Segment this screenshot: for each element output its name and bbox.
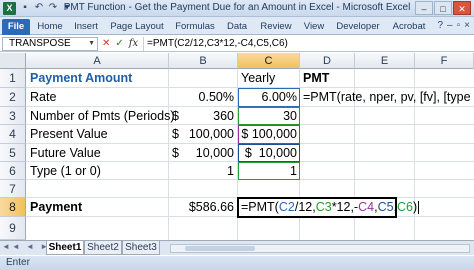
worksheet-grid: A B C D E F 1 2 3 4 5 6 7 8 9 Payment Am…: [0, 53, 474, 240]
column-header-c[interactable]: C: [238, 53, 300, 69]
cell-a8[interactable]: Payment: [27, 198, 85, 217]
formula-ref-c3: C3: [315, 200, 332, 214]
column-header-d[interactable]: D: [300, 53, 355, 69]
help-icon[interactable]: ?: [437, 20, 443, 31]
text-cursor: [418, 201, 420, 215]
status-mode: Enter: [6, 257, 30, 268]
close-workbook-icon[interactable]: ×: [464, 20, 470, 31]
row-header-4[interactable]: 4: [0, 125, 26, 144]
cell-a4[interactable]: Present Value: [27, 125, 111, 144]
horizontal-scrollbar[interactable]: [170, 244, 470, 253]
formula-input[interactable]: =PMT(C2/12,C3*12,-C4,C5,C6): [143, 37, 472, 51]
name-box[interactable]: TRANSPOSE ▼: [2, 37, 98, 51]
column-header-e[interactable]: E: [355, 53, 415, 69]
tab-page-layout[interactable]: Page Layout: [107, 20, 167, 35]
gridline-row-7: [26, 180, 474, 198]
sheet-tab-bar: ◄◄ ◄ ► ►► Sheet1 Sheet2 Sheet3: [0, 240, 474, 255]
title-bar: X ▪ ↶ ↷ ▾ PMT Function - Get the Payment…: [0, 0, 474, 17]
row-header-7[interactable]: 7: [0, 180, 26, 198]
cell-b8[interactable]: $586.66: [169, 198, 237, 217]
row-header-9[interactable]: 9: [0, 217, 26, 240]
cell-b4[interactable]: 100,000: [169, 125, 237, 144]
restore-icon[interactable]: ▫: [457, 20, 461, 31]
cell-c2[interactable]: 6.00%: [238, 88, 300, 107]
sheet-tab-sheet2[interactable]: Sheet2: [84, 241, 122, 255]
cell-c6[interactable]: 1: [238, 162, 300, 180]
status-bar: Enter: [0, 256, 474, 270]
tab-acrobat[interactable]: Acrobat: [387, 20, 431, 35]
maximize-button[interactable]: □: [434, 1, 452, 15]
cell-b3[interactable]: 360: [169, 107, 237, 125]
formula-fn-open: =PMT(: [241, 200, 279, 214]
cell-b5[interactable]: 10,000: [169, 144, 237, 162]
tab-developer[interactable]: Developer: [331, 20, 385, 35]
tab-file[interactable]: File: [2, 19, 30, 35]
enter-icon[interactable]: ✓: [115, 37, 123, 51]
ribbon-tabs: File Home Insert Page Layout Formulas Da…: [0, 17, 474, 35]
row-header-3[interactable]: 3: [0, 107, 26, 125]
row-header-5[interactable]: 5: [0, 144, 26, 162]
window-controls: – □ ✕: [415, 1, 471, 15]
cell-d2[interactable]: =PMT(rate, nper, pv, [fv], [type: [300, 88, 474, 107]
minimize-ribbon-icon[interactable]: –: [447, 20, 453, 31]
row-header-2[interactable]: 2: [0, 88, 26, 107]
name-box-value: TRANSPOSE: [9, 38, 71, 49]
formula-ref-c2: C2: [278, 200, 295, 214]
cell-c5[interactable]: $ 10,000: [238, 144, 300, 162]
tab-view[interactable]: View: [299, 20, 329, 35]
select-all-button[interactable]: [0, 53, 26, 69]
formula-ref-c6: C6: [397, 200, 414, 214]
cell-a6[interactable]: Type (1 or 0): [27, 162, 104, 180]
formula-bar: TRANSPOSE ▼ ✕ ✓ fx =PMT(C2/12,C3*12,-C4,…: [0, 36, 474, 52]
window-title: PMT Function - Get the Payment Due for a…: [63, 2, 411, 13]
tab-review[interactable]: Review: [256, 20, 296, 35]
sheet-tab-sheet1[interactable]: Sheet1: [46, 241, 84, 255]
close-button[interactable]: ✕: [453, 1, 471, 15]
column-header-a[interactable]: A: [26, 53, 169, 69]
column-header-f[interactable]: F: [415, 53, 474, 69]
column-header-b[interactable]: B: [169, 53, 238, 69]
cell-a1[interactable]: Payment Amount: [27, 69, 135, 88]
chevron-down-icon[interactable]: ▼: [88, 38, 95, 50]
formula-ref-c4: C4: [358, 200, 375, 214]
cell-c4[interactable]: $ 100,000: [238, 125, 300, 144]
cell-b2[interactable]: 0.50%: [169, 88, 237, 107]
minimize-button[interactable]: –: [415, 1, 433, 15]
row-header-6[interactable]: 6: [0, 162, 26, 180]
cell-c8-formula[interactable]: =PMT(C2/12,C3*12,-C4,C5,C6): [238, 198, 422, 217]
cell-c1[interactable]: Yearly: [238, 69, 278, 88]
formula-bar-buttons: ✕ ✓ fx: [102, 37, 138, 51]
cell-a3[interactable]: Number of Pmts (Periods): [27, 107, 177, 125]
sheet-tab-sheet3[interactable]: Sheet3: [122, 241, 160, 255]
ribbon-controls: ? – ▫ ×: [437, 20, 470, 31]
row-header-1[interactable]: 1: [0, 69, 26, 88]
cell-a2[interactable]: Rate: [27, 88, 59, 107]
insert-function-icon[interactable]: fx: [129, 37, 138, 51]
cell-a5[interactable]: Future Value: [27, 144, 104, 162]
cancel-icon[interactable]: ✕: [102, 37, 110, 51]
formula-ref-c5: C5: [377, 200, 394, 214]
row-header-8[interactable]: 8: [0, 198, 26, 217]
tab-formulas[interactable]: Formulas: [170, 20, 220, 35]
formula-fn-close: ): [413, 200, 418, 214]
cell-c3[interactable]: 30: [238, 107, 300, 125]
tab-insert[interactable]: Insert: [68, 20, 104, 35]
tab-home[interactable]: Home: [34, 20, 66, 35]
formula-text-mul: *12,-: [331, 200, 359, 214]
scrollbar-thumb[interactable]: [185, 246, 255, 251]
cell-b6[interactable]: 1: [169, 162, 237, 180]
tab-data[interactable]: Data: [222, 20, 252, 35]
formula-text-div: /12,: [294, 200, 316, 214]
cell-d1[interactable]: PMT: [300, 69, 332, 88]
